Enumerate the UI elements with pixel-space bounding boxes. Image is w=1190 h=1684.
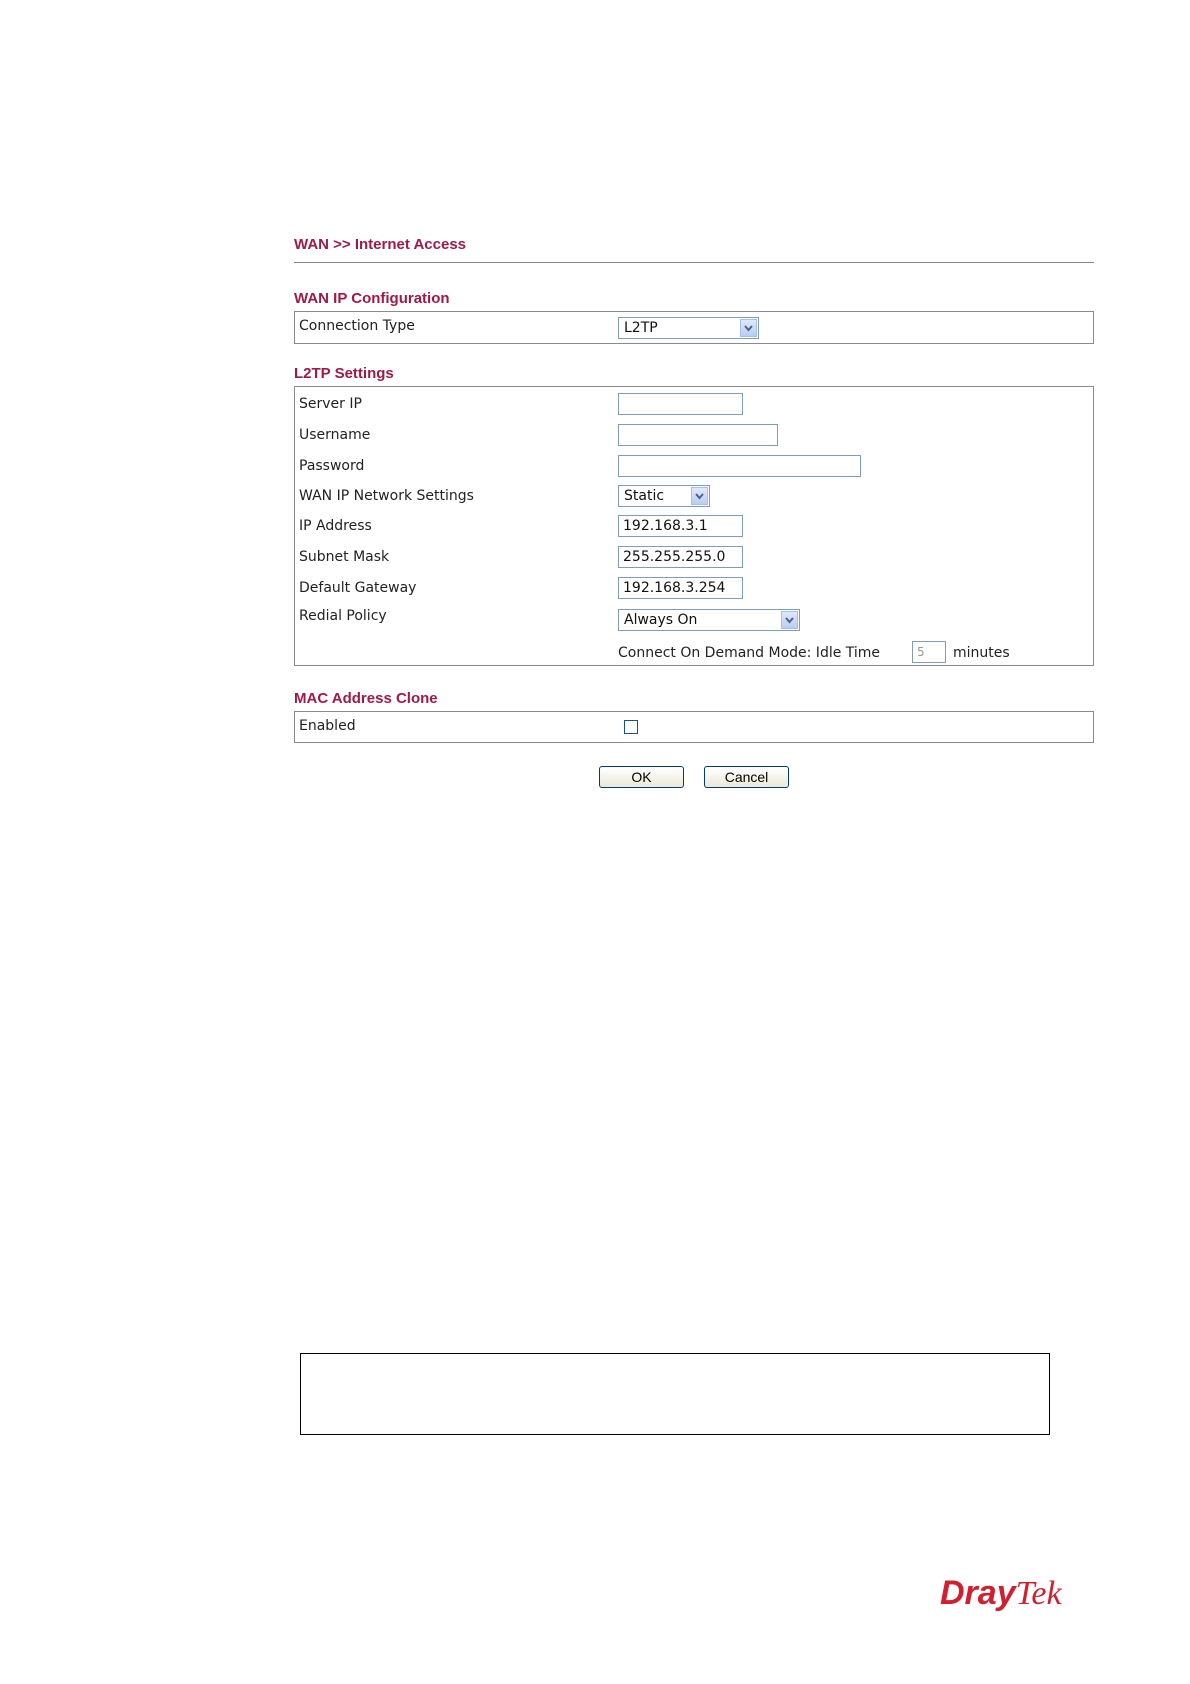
- draytek-logo: DrayTek: [940, 1574, 1062, 1613]
- enabled-label: Enabled: [299, 718, 356, 734]
- mac-address-clone-title: MAC Address Clone: [294, 690, 438, 707]
- mac-clone-enabled-checkbox[interactable]: [624, 720, 638, 734]
- breadcrumb-divider: [294, 262, 1094, 263]
- server-ip-label: Server IP: [299, 396, 362, 412]
- wan-ip-network-settings-select[interactable]: Static: [618, 485, 710, 507]
- connection-type-label: Connection Type: [299, 318, 415, 334]
- logo-part-dray: Dray: [940, 1574, 1016, 1612]
- mac-address-clone-panel: Enabled: [294, 711, 1094, 743]
- password-label: Password: [299, 458, 365, 474]
- l2tp-settings-title: L2TP Settings: [294, 365, 394, 382]
- cancel-button[interactable]: Cancel: [704, 766, 789, 788]
- logo-part-tek: Tek: [1015, 1575, 1062, 1612]
- subnet-mask-label: Subnet Mask: [299, 549, 390, 565]
- chevron-down-icon[interactable]: [740, 319, 757, 337]
- chevron-down-icon[interactable]: [781, 611, 798, 629]
- chevron-down-icon[interactable]: [691, 487, 708, 505]
- connection-type-select[interactable]: L2TP: [618, 317, 759, 339]
- password-input[interactable]: [618, 455, 861, 477]
- connect-on-demand-label: Connect On Demand Mode: Idle Time: [618, 645, 881, 661]
- redial-policy-label: Redial Policy: [299, 608, 387, 624]
- connection-type-value: L2TP: [624, 320, 658, 336]
- default-gateway-input[interactable]: 192.168.3.254: [618, 577, 743, 599]
- default-gateway-label: Default Gateway: [299, 580, 417, 596]
- wan-ip-configuration-panel: Connection Type L2TP: [294, 311, 1094, 344]
- wan-ip-configuration-title: WAN IP Configuration: [294, 290, 450, 307]
- note-box: [300, 1353, 1050, 1435]
- wan-ip-network-settings-label: WAN IP Network Settings: [299, 488, 474, 504]
- ip-address-input[interactable]: 192.168.3.1: [618, 515, 743, 537]
- username-label: Username: [299, 427, 371, 443]
- idle-time-input[interactable]: 5: [912, 641, 946, 663]
- redial-policy-select[interactable]: Always On: [618, 609, 800, 631]
- ip-address-label: IP Address: [299, 518, 372, 534]
- wan-ip-network-settings-value: Static: [624, 488, 665, 504]
- redial-policy-value: Always On: [624, 612, 698, 628]
- breadcrumb: WAN >> Internet Access: [294, 236, 467, 253]
- ok-button[interactable]: OK: [599, 766, 684, 788]
- subnet-mask-input[interactable]: 255.255.255.0: [618, 546, 743, 568]
- server-ip-input[interactable]: [618, 393, 743, 415]
- minutes-label: minutes: [953, 645, 1010, 661]
- l2tp-settings-panel: Server IP Username Password WAN IP Netwo…: [294, 386, 1094, 666]
- username-input[interactable]: [618, 424, 778, 446]
